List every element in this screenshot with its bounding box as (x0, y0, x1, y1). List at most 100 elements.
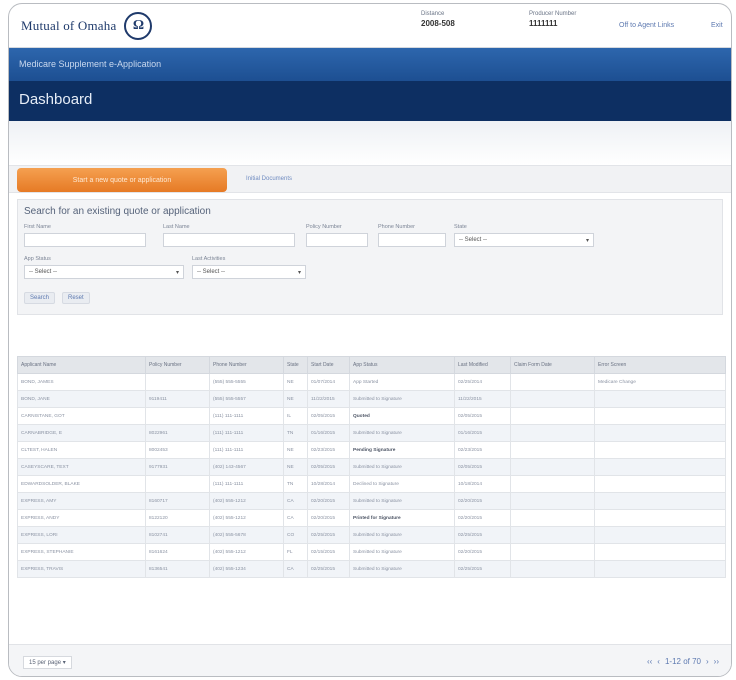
table-cell: CA (283, 560, 308, 578)
distance-info: Distance 2008-508 (421, 10, 455, 28)
table-cell: NE (283, 458, 308, 476)
table-cell: Pending Signature (349, 441, 455, 459)
table-row[interactable]: EDWARDSOLDER, BLAKE (111) 111-1111 TN 10/28… (17, 475, 726, 493)
first-name-label: First Name (24, 224, 51, 230)
policy-number-label: Policy Number (306, 224, 342, 230)
column-header[interactable]: Applicant Name (17, 356, 146, 374)
exit-link[interactable]: Exit (711, 22, 723, 29)
search-title: Search for an existing quote or applicat… (24, 206, 211, 217)
table-cell: CARNISTANE, GOT (17, 407, 146, 425)
table-row[interactable]: EXPRESS, TRAVIS 8136541 (402) 555-1234 CA 02… (17, 560, 726, 578)
table-cell: EXPRESS, ANDY (17, 509, 146, 527)
table-row[interactable]: CARNABRIDGE, E 8022961 (111) 111-1111 TN 01/… (17, 424, 726, 442)
table-cell: CA (283, 509, 308, 527)
table-cell: 02/23/2015 (454, 441, 511, 459)
reset-button[interactable]: Reset (62, 292, 90, 304)
table-cell: 11/22/2015 (454, 390, 511, 408)
last-page-button[interactable]: ›› (714, 657, 719, 666)
next-page-button[interactable]: › (706, 657, 709, 666)
table-cell: (555) 555-5555 (209, 373, 284, 391)
table-row[interactable]: EXPRESS, STEPHANIE 8161624 (402) 555-1212 F… (17, 543, 726, 561)
table-cell: EDWARDSOLDER, BLAKE (17, 475, 146, 493)
table-cell (510, 373, 595, 391)
table-cell: 01/07/2014 (307, 373, 350, 391)
table-cell (145, 407, 210, 425)
column-header[interactable]: Claim Form Date (510, 356, 595, 374)
table-cell: Submitted to Signature (349, 458, 455, 476)
last-activities-label: Last Activities (192, 256, 226, 262)
state-select[interactable]: -- Select -- ▾ (454, 233, 594, 247)
table-row[interactable]: EXPRESS, LORI 8102741 (402) 555-5678 CO 02/2… (17, 526, 726, 544)
table-cell: Submitted to Signature (349, 492, 455, 510)
table-row[interactable]: CARNISTANE, GOT (111) 111-1111 IL 02/05/201… (17, 407, 726, 425)
state-select-value: -- Select -- (459, 237, 488, 243)
table-cell: EXPRESS, LORI (17, 526, 146, 544)
per-page-value: 15 per page (29, 660, 62, 666)
product-bar: Medicare Supplement e-Application (9, 48, 731, 81)
table-cell: (555) 555-5557 (209, 390, 284, 408)
column-header[interactable]: Policy Number (145, 356, 210, 374)
last-activities-select[interactable]: -- Select -- ▾ (192, 265, 306, 279)
first-name-input[interactable] (24, 233, 146, 247)
table-cell: 02/05/2015 (454, 407, 511, 425)
table-cell: 02/20/2015 (454, 509, 511, 527)
state-label: State (454, 224, 467, 230)
page-title: Dashboard (19, 91, 93, 108)
table-cell: Printed for Signature (349, 509, 455, 527)
search-button[interactable]: Search (24, 292, 56, 304)
table-cell (594, 390, 726, 408)
table-cell (594, 560, 726, 578)
column-header[interactable]: State (283, 356, 308, 374)
table-cell: 02/25/2015 (454, 560, 511, 578)
column-header[interactable]: Start Date (307, 356, 350, 374)
app-window: Mutual of Omaha Ω Distance 2008-508 Prod… (8, 3, 732, 677)
table-cell: 02/25/2014 (454, 373, 511, 391)
table-row[interactable]: CLTEST, HALEN 8002453 (111) 111-1111 NE 02/2… (17, 441, 726, 459)
table-cell: 10/18/2014 (454, 475, 511, 493)
table-cell (510, 407, 595, 425)
table-row[interactable]: CASEYSCARE, TEXT 9177931 (402) 143-4567 NE 0… (17, 458, 726, 476)
table-cell (594, 458, 726, 476)
table-cell (510, 560, 595, 578)
table-row[interactable]: BOND, JAMES (555) 555-5555 NE 01/07/2014 App… (17, 373, 726, 391)
policy-number-input[interactable] (306, 233, 368, 247)
distance-value: 2008-508 (421, 19, 455, 28)
initial-documents-link[interactable]: Initial Documents (246, 176, 292, 182)
table-cell: 02/20/2015 (454, 492, 511, 510)
start-new-quote-button[interactable]: Start a new quote or application (17, 168, 227, 192)
table-row[interactable]: BOND, JANE 9119411 (555) 555-5557 NE 11/22/2… (17, 390, 726, 408)
agent-links-link[interactable]: Off to Agent Links (619, 22, 674, 29)
table-cell: EXPRESS, STEPHANIE (17, 543, 146, 561)
last-name-label: Last Name (163, 224, 190, 230)
column-header[interactable]: Phone Number (209, 356, 284, 374)
table-cell: 8022961 (145, 424, 210, 442)
dashboard-header: Dashboard (9, 81, 731, 121)
per-page-select[interactable]: 15 per page ▾ (23, 656, 72, 669)
table-cell (594, 424, 726, 442)
phone-number-input[interactable] (378, 233, 446, 247)
table-cell: Submitted to Signature (349, 424, 455, 442)
last-name-input[interactable] (163, 233, 295, 247)
table-cell (510, 390, 595, 408)
table-cell (594, 475, 726, 493)
table-row[interactable]: EXPRESS, AMY 8160717 (402) 555-1212 CA 02/20… (17, 492, 726, 510)
table-cell (510, 441, 595, 459)
table-row[interactable]: EXPRESS, ANDY 8122120 (402) 555-1212 CA 02/2… (17, 509, 726, 527)
chevron-down-icon: ▾ (297, 270, 301, 276)
table-footer: 15 per page ▾ ‹‹ ‹ 1-12 of 70 › ›› (9, 644, 731, 676)
table-cell (510, 509, 595, 527)
table-cell (594, 509, 726, 527)
table-cell: Submitted to Signature (349, 526, 455, 544)
column-header[interactable]: Last Modified (454, 356, 511, 374)
column-header[interactable]: Error Screen (594, 356, 726, 374)
table-cell: EXPRESS, AMY (17, 492, 146, 510)
table-cell: (402) 555-1234 (209, 560, 284, 578)
table-cell (594, 492, 726, 510)
table-cell: (111) 111-1111 (209, 441, 284, 459)
previous-page-button[interactable]: ‹ (657, 657, 660, 666)
first-page-button[interactable]: ‹‹ (647, 657, 652, 666)
table-cell: 02/20/2015 (307, 509, 350, 527)
app-status-select[interactable]: -- Select -- ▾ (24, 265, 184, 279)
column-header[interactable]: App Status (349, 356, 455, 374)
table-cell: CA (283, 492, 308, 510)
